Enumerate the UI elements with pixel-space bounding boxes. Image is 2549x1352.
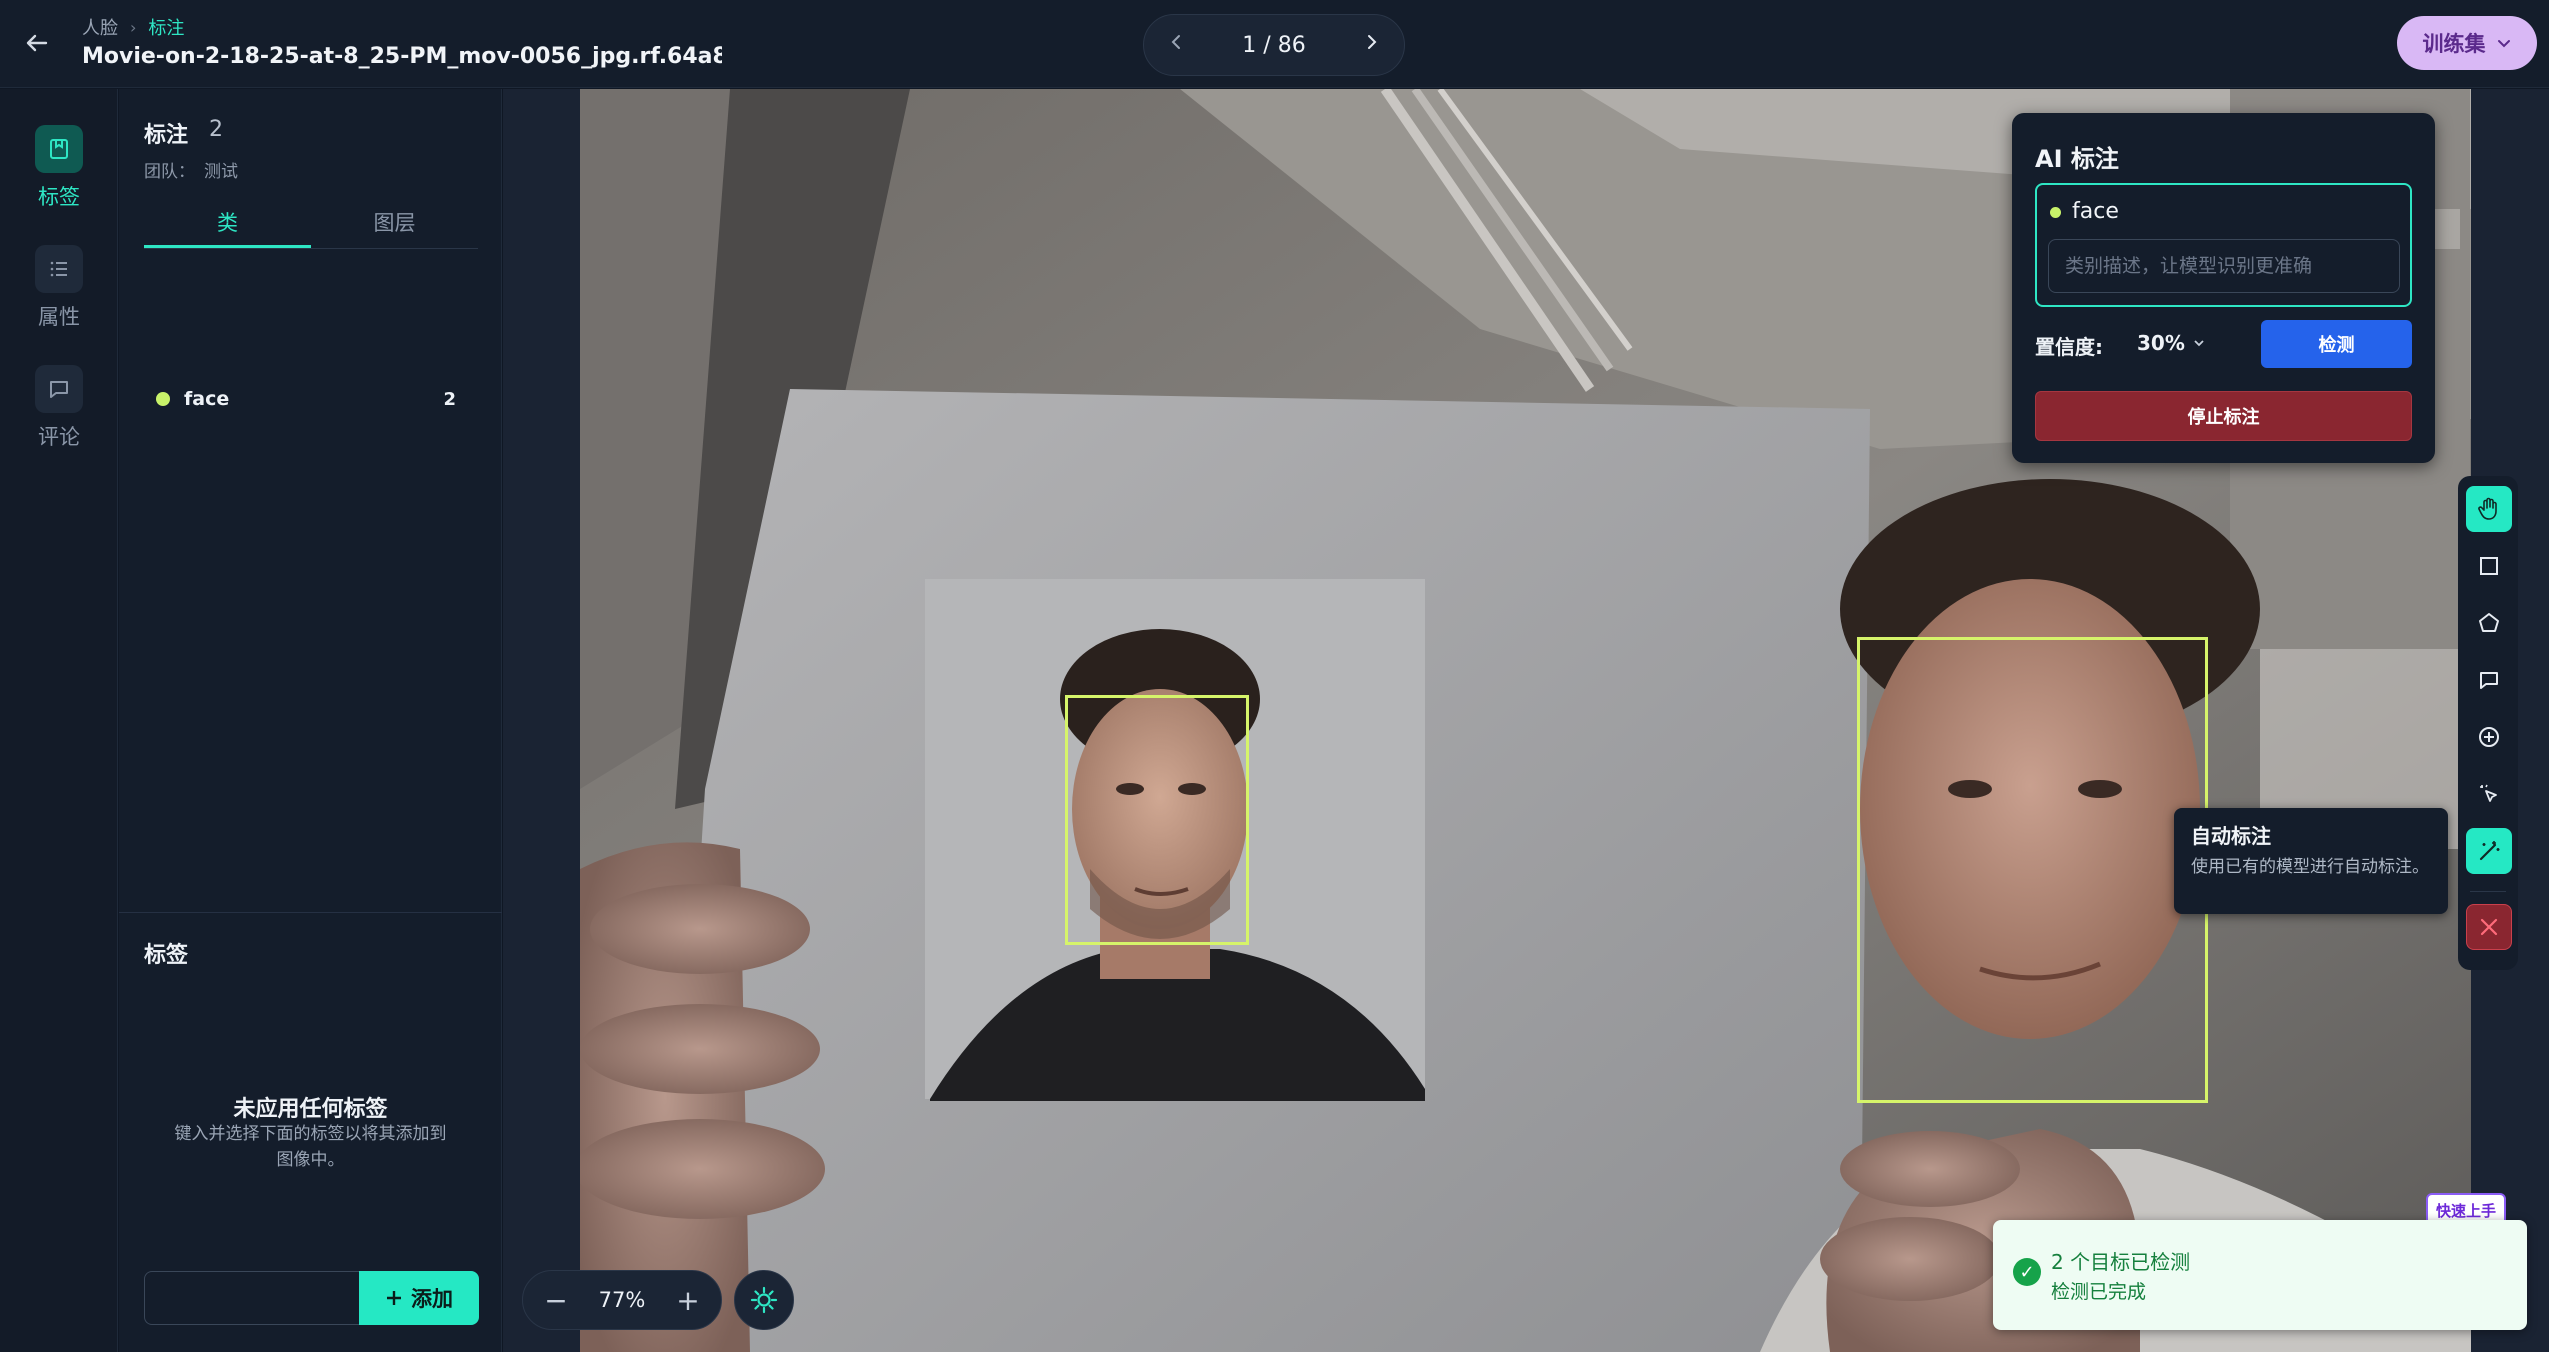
breadcrumb-current: 标注 <box>148 18 185 39</box>
chevron-down-icon <box>2497 40 2510 48</box>
hand-icon[interactable] <box>2466 486 2512 532</box>
class-name: face <box>184 388 230 410</box>
tab-classes[interactable]: 类 <box>144 205 311 248</box>
toolbar-divider <box>2470 891 2506 892</box>
tags-section-title: 标签 <box>144 943 189 968</box>
add-tag-label: 添加 <box>411 1287 453 1311</box>
stop-labeling-button[interactable]: 停止标注 <box>2035 391 2412 441</box>
auto-label-icon[interactable] <box>2466 828 2512 874</box>
tab-layers[interactable]: 图层 <box>311 205 478 248</box>
confidence-value: 30% <box>2137 331 2185 355</box>
bbox-face-1[interactable] <box>1065 695 1249 945</box>
polygon-icon[interactable] <box>2466 600 2512 646</box>
dataset-select-button[interactable]: 训练集 <box>2397 16 2537 70</box>
confidence-label: 置信度: <box>2035 335 2103 359</box>
rail-item-tags[interactable]: 标签 <box>0 125 118 211</box>
zoom-controls: − 77% + <box>522 1270 722 1330</box>
rail-label-tags: 标签 <box>38 185 80 209</box>
toast-title: 2 个目标已检测 <box>2051 1250 2191 1274</box>
rectangle-icon[interactable] <box>2466 543 2512 589</box>
confidence-select[interactable]: 30% <box>2137 331 2206 355</box>
sun-icon <box>750 1286 778 1314</box>
breadcrumb: 人脸 › 标注 <box>82 14 184 40</box>
zoom-level: 77% <box>598 1288 646 1312</box>
panel-title: 标注 <box>144 123 189 148</box>
tag-icon <box>35 125 83 173</box>
ai-class-box: face <box>2035 183 2412 307</box>
image-pager: 1 / 86 <box>1143 14 1405 76</box>
check-circle-icon: ✓ <box>2013 1258 2041 1286</box>
plus-icon <box>387 1291 401 1305</box>
detect-button[interactable]: 检测 <box>2261 320 2412 368</box>
class-color-dot <box>2050 207 2061 218</box>
rail-item-comments[interactable]: 评论 <box>0 365 118 451</box>
toast-subtitle: 检测已完成 <box>2051 1281 2147 1303</box>
back-arrow-icon[interactable] <box>22 28 52 58</box>
class-description-input[interactable] <box>2048 239 2400 293</box>
class-item-face[interactable]: face 2 <box>144 381 478 417</box>
tooltip-body: 使用已有的模型进行自动标注。 <box>2191 857 2429 877</box>
ai-panel-title: AI 标注 <box>2035 145 2119 173</box>
auto-label-tooltip: 自动标注 使用已有的模型进行自动标注。 <box>2174 808 2448 914</box>
breadcrumb-project[interactable]: 人脸 <box>82 14 118 40</box>
ai-labeling-panel: AI 标注 face 置信度: 30% 检测 停止标注 <box>2012 113 2435 463</box>
add-tag-button[interactable]: 添加 <box>359 1271 479 1325</box>
comment-icon <box>35 365 83 413</box>
rail-label-comments: 评论 <box>38 425 80 449</box>
class-count: 2 <box>443 388 456 410</box>
next-image-button[interactable] <box>1362 32 1382 58</box>
panel-tabs: 类 图层 <box>144 205 478 249</box>
list-icon <box>35 245 83 293</box>
detection-toast: ✓ 2 个目标已检测 检测已完成 <box>1993 1220 2527 1330</box>
comment-icon[interactable] <box>2466 657 2512 703</box>
tooltip-title: 自动标注 <box>2191 824 2271 848</box>
tool-bar <box>2458 476 2518 970</box>
zoom-out-button[interactable]: − <box>541 1284 571 1317</box>
empty-tags-title: 未应用任何标签 <box>233 1097 388 1122</box>
chevron-down-icon <box>2194 340 2204 347</box>
prev-image-button[interactable] <box>1166 32 1186 58</box>
ai-class-name: face <box>2072 199 2119 224</box>
team-value: 测试 <box>204 162 238 182</box>
divider <box>119 912 502 913</box>
chevron-right-icon: › <box>130 17 137 37</box>
annotation-panel: 标注 2 团队： 测试 类 图层 face 2 标签 未应用任何标签 键入并选择… <box>119 89 502 1352</box>
top-bar: 人脸 › 标注 Movie-on-2-18-25-at-8_25-PM_mov-… <box>0 0 2549 88</box>
tag-input[interactable] <box>144 1271 362 1325</box>
magic-pointer-icon[interactable] <box>2466 771 2512 817</box>
close-icon[interactable] <box>2466 904 2512 950</box>
rail-item-attributes[interactable]: 属性 <box>0 245 118 331</box>
smart-select-icon[interactable] <box>2466 714 2512 760</box>
zoom-in-button[interactable]: + <box>673 1284 703 1317</box>
team-label: 团队： <box>144 162 195 182</box>
pager-count: 1 / 86 <box>1242 32 1306 58</box>
left-rail: 标签 属性 评论 <box>0 89 118 1352</box>
rail-label-attributes: 属性 <box>38 305 80 329</box>
empty-tags-description: 键入并选择下面的标签以将其添加到图像中。 <box>174 1124 447 1170</box>
dataset-label: 训练集 <box>2422 32 2486 56</box>
bbox-face-2[interactable] <box>1857 637 2208 1103</box>
annotation-count: 2 <box>209 117 223 142</box>
class-color-dot <box>156 392 170 406</box>
brightness-button[interactable] <box>734 1270 794 1330</box>
file-title: Movie-on-2-18-25-at-8_25-PM_mov-0056_jpg… <box>82 44 722 69</box>
